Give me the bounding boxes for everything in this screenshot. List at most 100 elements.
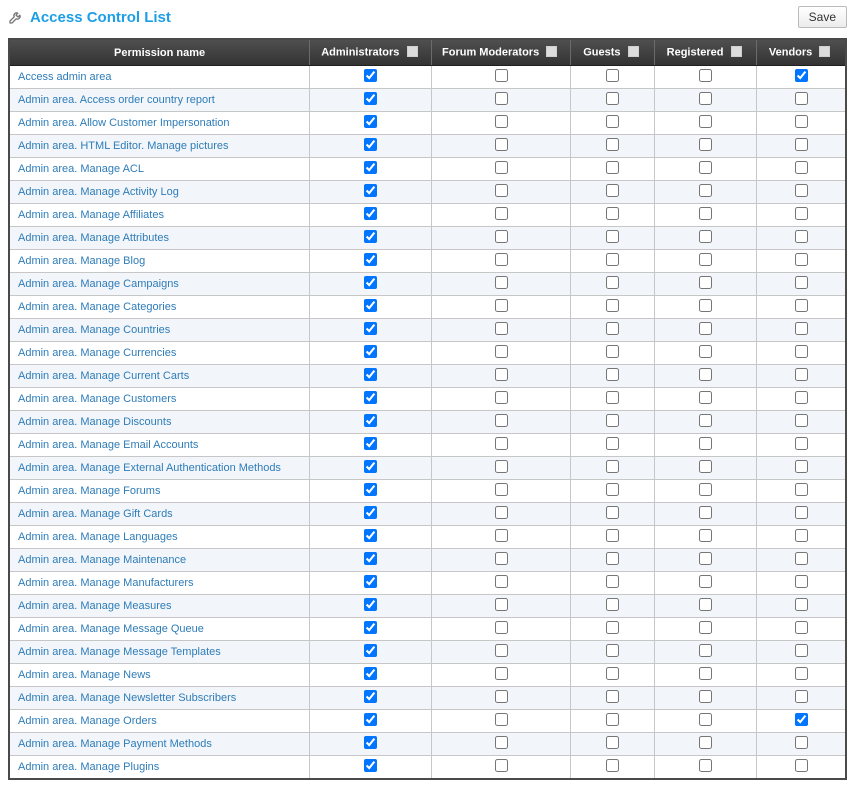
permission-checkbox-admin[interactable]	[364, 644, 377, 657]
permission-checkbox-reg[interactable]	[699, 506, 712, 519]
permission-checkbox-admin[interactable]	[364, 759, 377, 772]
permission-checkbox-mod[interactable]	[495, 598, 508, 611]
permission-link[interactable]: Admin area. Manage Current Carts	[18, 370, 189, 382]
permission-checkbox-guest[interactable]	[606, 667, 619, 680]
permission-checkbox-vendor[interactable]	[795, 414, 808, 427]
permission-link[interactable]: Admin area. Manage Email Accounts	[18, 439, 198, 451]
permission-checkbox-vendor[interactable]	[795, 667, 808, 680]
permission-checkbox-guest[interactable]	[606, 161, 619, 174]
permission-checkbox-admin[interactable]	[364, 552, 377, 565]
permission-checkbox-vendor[interactable]	[795, 621, 808, 634]
permission-link[interactable]: Admin area. Manage ACL	[18, 163, 144, 175]
permission-checkbox-admin[interactable]	[364, 276, 377, 289]
permission-link[interactable]: Admin area. Manage Countries	[18, 324, 170, 336]
permission-checkbox-guest[interactable]	[606, 575, 619, 588]
permission-checkbox-vendor[interactable]	[795, 345, 808, 358]
permission-checkbox-vendor[interactable]	[795, 552, 808, 565]
permission-checkbox-mod[interactable]	[495, 115, 508, 128]
permission-checkbox-vendor[interactable]	[795, 230, 808, 243]
permission-checkbox-vendor[interactable]	[795, 69, 808, 82]
permission-link[interactable]: Admin area. Manage External Authenticati…	[18, 462, 281, 474]
permission-checkbox-admin[interactable]	[364, 138, 377, 151]
permission-checkbox-vendor[interactable]	[795, 713, 808, 726]
permission-link[interactable]: Admin area. Manage Plugins	[18, 761, 159, 773]
permission-checkbox-guest[interactable]	[606, 368, 619, 381]
permission-checkbox-admin[interactable]	[364, 414, 377, 427]
permission-checkbox-vendor[interactable]	[795, 736, 808, 749]
permission-checkbox-reg[interactable]	[699, 460, 712, 473]
permission-link[interactable]: Admin area. Manage Payment Methods	[18, 738, 212, 750]
permission-checkbox-mod[interactable]	[495, 184, 508, 197]
permission-checkbox-vendor[interactable]	[795, 115, 808, 128]
permission-checkbox-guest[interactable]	[606, 391, 619, 404]
permission-checkbox-mod[interactable]	[495, 667, 508, 680]
permission-checkbox-reg[interactable]	[699, 575, 712, 588]
permission-checkbox-guest[interactable]	[606, 115, 619, 128]
permission-checkbox-admin[interactable]	[364, 299, 377, 312]
permission-checkbox-guest[interactable]	[606, 621, 619, 634]
permission-checkbox-guest[interactable]	[606, 552, 619, 565]
permission-checkbox-mod[interactable]	[495, 299, 508, 312]
permission-checkbox-reg[interactable]	[699, 69, 712, 82]
permission-link[interactable]: Admin area. Manage Attributes	[18, 232, 169, 244]
permission-checkbox-admin[interactable]	[364, 713, 377, 726]
permission-checkbox-admin[interactable]	[364, 391, 377, 404]
permission-checkbox-admin[interactable]	[364, 207, 377, 220]
select-all-registered[interactable]	[731, 46, 742, 57]
permission-checkbox-admin[interactable]	[364, 184, 377, 197]
permission-checkbox-mod[interactable]	[495, 368, 508, 381]
permission-checkbox-vendor[interactable]	[795, 644, 808, 657]
permission-checkbox-admin[interactable]	[364, 460, 377, 473]
permission-checkbox-mod[interactable]	[495, 460, 508, 473]
permission-checkbox-mod[interactable]	[495, 575, 508, 588]
permission-link[interactable]: Admin area. Manage Forums	[18, 485, 160, 497]
permission-checkbox-mod[interactable]	[495, 736, 508, 749]
permission-checkbox-admin[interactable]	[364, 92, 377, 105]
permission-checkbox-mod[interactable]	[495, 230, 508, 243]
permission-link[interactable]: Admin area. HTML Editor. Manage pictures	[18, 140, 229, 152]
permission-checkbox-reg[interactable]	[699, 759, 712, 772]
permission-checkbox-admin[interactable]	[364, 667, 377, 680]
permission-checkbox-guest[interactable]	[606, 184, 619, 197]
permission-checkbox-guest[interactable]	[606, 345, 619, 358]
permission-checkbox-mod[interactable]	[495, 483, 508, 496]
permission-checkbox-guest[interactable]	[606, 644, 619, 657]
permission-checkbox-vendor[interactable]	[795, 759, 808, 772]
permission-checkbox-mod[interactable]	[495, 69, 508, 82]
permission-checkbox-mod[interactable]	[495, 552, 508, 565]
permission-checkbox-reg[interactable]	[699, 276, 712, 289]
permission-link[interactable]: Admin area. Manage Blog	[18, 255, 145, 267]
permission-checkbox-vendor[interactable]	[795, 207, 808, 220]
permission-link[interactable]: Admin area. Manage Languages	[18, 531, 178, 543]
permission-checkbox-mod[interactable]	[495, 161, 508, 174]
permission-link[interactable]: Admin area. Manage Message Queue	[18, 623, 204, 635]
permission-checkbox-reg[interactable]	[699, 529, 712, 542]
permission-checkbox-admin[interactable]	[364, 621, 377, 634]
permission-checkbox-mod[interactable]	[495, 690, 508, 703]
permission-checkbox-vendor[interactable]	[795, 322, 808, 335]
permission-checkbox-vendor[interactable]	[795, 529, 808, 542]
permission-checkbox-reg[interactable]	[699, 437, 712, 450]
permission-checkbox-mod[interactable]	[495, 437, 508, 450]
permission-link[interactable]: Admin area. Manage Measures	[18, 600, 171, 612]
permission-checkbox-reg[interactable]	[699, 391, 712, 404]
permission-checkbox-guest[interactable]	[606, 460, 619, 473]
permission-checkbox-guest[interactable]	[606, 736, 619, 749]
permission-checkbox-reg[interactable]	[699, 621, 712, 634]
permission-checkbox-vendor[interactable]	[795, 276, 808, 289]
permission-checkbox-vendor[interactable]	[795, 690, 808, 703]
permission-checkbox-reg[interactable]	[699, 644, 712, 657]
permission-checkbox-reg[interactable]	[699, 736, 712, 749]
permission-checkbox-guest[interactable]	[606, 299, 619, 312]
permission-checkbox-reg[interactable]	[699, 115, 712, 128]
permission-checkbox-mod[interactable]	[495, 322, 508, 335]
permission-checkbox-reg[interactable]	[699, 368, 712, 381]
permission-checkbox-reg[interactable]	[699, 207, 712, 220]
permission-checkbox-vendor[interactable]	[795, 483, 808, 496]
permission-checkbox-mod[interactable]	[495, 414, 508, 427]
permission-checkbox-mod[interactable]	[495, 759, 508, 772]
select-all-vendors[interactable]	[819, 46, 830, 57]
permission-link[interactable]: Admin area. Manage Message Templates	[18, 646, 221, 658]
permission-checkbox-reg[interactable]	[699, 713, 712, 726]
permission-checkbox-guest[interactable]	[606, 690, 619, 703]
